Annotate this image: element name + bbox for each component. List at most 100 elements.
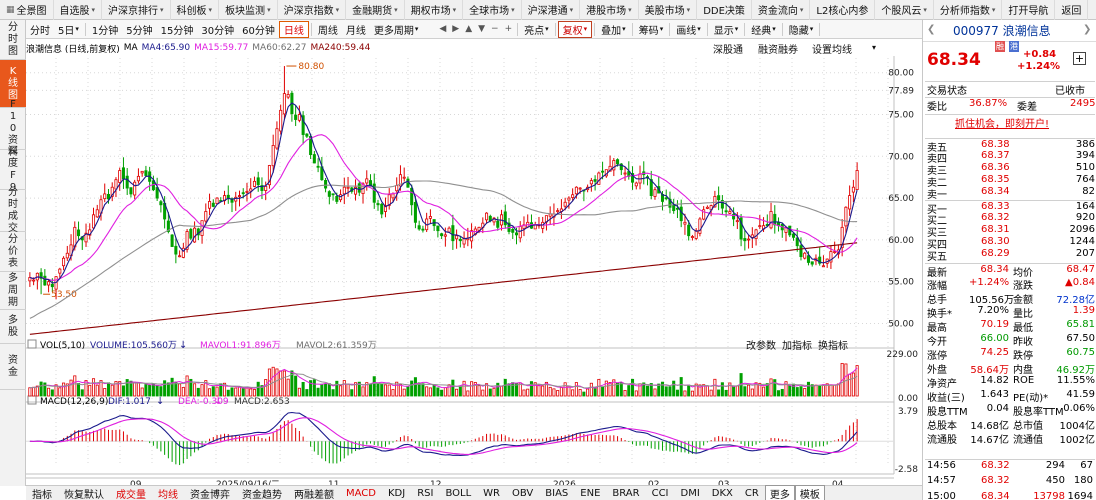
- indicator-tab[interactable]: 资金博弈: [184, 486, 236, 500]
- left-tab[interactable]: F10资料: [0, 99, 26, 158]
- tool-button[interactable]: 复权 ▾: [557, 20, 593, 38]
- candle: [249, 178, 253, 198]
- left-tab[interactable]: 分时成交: [0, 187, 26, 234]
- tool-button[interactable]: 叠加 ▾: [597, 21, 630, 38]
- indicator-tab[interactable]: 资金趋势: [236, 486, 288, 500]
- indicator-tab[interactable]: BOLL: [439, 488, 477, 499]
- top-menu-item[interactable]: 美股市场 ▾: [639, 0, 698, 20]
- left-tab[interactable]: 分时图: [0, 20, 26, 60]
- nav-arrow-icon[interactable]: ▶: [449, 21, 462, 38]
- tool-button[interactable]: 隐藏 ▾: [785, 21, 818, 38]
- indicator-tab[interactable]: BRAR: [606, 488, 645, 499]
- candle: [769, 202, 773, 230]
- period-tab[interactable]: 30分钟: [197, 21, 238, 38]
- volume-bar: [406, 386, 410, 397]
- top-menu-item[interactable]: 科创板 ▾: [171, 0, 220, 20]
- indicator-tab[interactable]: RSI: [411, 488, 439, 499]
- stat-label: ROE: [1013, 375, 1035, 386]
- candle: [747, 234, 751, 249]
- left-tab[interactable]: 多周期: [0, 272, 26, 310]
- chevron-left-icon[interactable]: ❮: [927, 24, 935, 35]
- indicator-tab[interactable]: WR: [477, 488, 506, 499]
- top-menu-item[interactable]: DDE决策: [697, 0, 752, 20]
- top-menu-item[interactable]: 打开导航: [1002, 0, 1056, 20]
- top-menu-item[interactable]: 个股风云 ▾: [875, 0, 934, 20]
- period-tab[interactable]: 5日 ▾: [54, 21, 83, 38]
- nav-arrow-icon[interactable]: −: [488, 21, 502, 38]
- chevron-right-icon[interactable]: ❯: [1083, 24, 1091, 35]
- set-ma-button[interactable]: 设置均线: [812, 41, 852, 56]
- period-tab[interactable]: 月线: [342, 21, 370, 38]
- tool-button[interactable]: 画线 ▾: [672, 21, 705, 38]
- top-menu-item[interactable]: 资金流向 ▾: [752, 0, 811, 20]
- tool-button[interactable]: 亮点 ▾: [520, 21, 553, 38]
- indicator-tab[interactable]: BIAS: [539, 488, 574, 499]
- indicator-tab[interactable]: 恢复默认: [58, 486, 110, 500]
- period-tab[interactable]: 周线: [314, 21, 342, 38]
- indicator-tab[interactable]: DKX: [706, 488, 739, 499]
- period-tab[interactable]: 60分钟: [238, 21, 279, 38]
- chevron-down-icon: ▾: [697, 25, 701, 33]
- left-tab[interactable]: 资金: [0, 344, 26, 390]
- indicator-button[interactable]: 换指标: [818, 339, 848, 352]
- indicator-tab[interactable]: DMI: [675, 488, 706, 499]
- chevron-down-icon[interactable]: ▾: [872, 43, 876, 52]
- top-menu-item[interactable]: 板块监测 ▾: [219, 0, 278, 20]
- period-label: 15分钟: [160, 25, 194, 37]
- left-tab[interactable]: 多股: [0, 310, 26, 344]
- top-menu-item[interactable]: 返回: [1055, 0, 1089, 20]
- indicator-tab[interactable]: 模板: [794, 484, 825, 500]
- top-menu-item[interactable]: 全球市场 ▾: [463, 0, 522, 20]
- left-tab[interactable]: 分价表: [0, 232, 26, 272]
- indicator-tab[interactable]: MACD: [340, 488, 382, 499]
- indicator-button[interactable]: 加指标: [782, 339, 812, 352]
- nav-arrow-icon[interactable]: ◀: [436, 21, 449, 38]
- nav-arrow-icon[interactable]: +: [502, 21, 516, 38]
- nav-arrow-icon[interactable]: ▲: [462, 21, 475, 38]
- tool-button[interactable]: 经典 ▾: [747, 21, 780, 38]
- collapse-icon[interactable]: [27, 395, 37, 405]
- candle: [316, 158, 320, 173]
- period-tab[interactable]: 分时: [26, 21, 54, 38]
- period-tab[interactable]: 日线: [278, 20, 309, 38]
- top-menu-item[interactable]: 期权市场 ▾: [405, 0, 464, 20]
- top-menu-item[interactable]: 港股市场 ▾: [580, 0, 639, 20]
- indicator-tab[interactable]: ENE: [574, 488, 606, 499]
- top-menu-item[interactable]: 沪深港通 ▾: [522, 0, 581, 20]
- ma4-value: MA4:65.90: [141, 43, 191, 53]
- left-tab[interactable]: 深度F9: [0, 146, 26, 193]
- period-tab[interactable]: 5分钟: [122, 21, 156, 38]
- top-menu-item[interactable]: 金融期货 ▾: [346, 0, 405, 20]
- indicator-button[interactable]: 改参数: [746, 339, 776, 352]
- hkconnect-button[interactable]: 深股通: [713, 41, 743, 56]
- margin-button[interactable]: 融资融券: [758, 41, 798, 56]
- kline-chart[interactable]: VOL(5,10) VOLUME:105.560万 MAVOL1:91.896万 MA…: [26, 56, 922, 486]
- add-watchlist-icon[interactable]: +: [1073, 52, 1086, 65]
- indicator-tab[interactable]: 更多: [764, 484, 795, 500]
- period-tab[interactable]: 1分钟: [88, 21, 122, 38]
- period-tab[interactable]: 更多周期 ▾: [370, 21, 423, 38]
- collapse-icon[interactable]: [27, 339, 37, 349]
- top-menu-item[interactable]: 沪深京指数 ▾: [278, 0, 347, 20]
- nav-arrow-icon[interactable]: ▼: [475, 21, 488, 38]
- indicator-tab[interactable]: KDJ: [382, 488, 411, 499]
- promo-link[interactable]: 抓住机会，即刻开户!: [955, 115, 1049, 130]
- top-menu-item[interactable]: 自选股 ▾: [54, 0, 103, 20]
- bid-price: 68.29: [981, 248, 1010, 259]
- top-menu-item[interactable]: 沪深京排行 ▾: [102, 0, 171, 20]
- indicator-tab[interactable]: 指标: [26, 486, 58, 500]
- tool-button[interactable]: 显示 ▾: [710, 21, 743, 38]
- indicator-tab[interactable]: CCI: [646, 488, 675, 499]
- indicator-tab[interactable]: CR: [739, 488, 765, 499]
- indicator-tab-bar: 指标 恢复默认 成交量 均线 资金博弈 资金趋势 两融差额 MACD KDJ RSI BOLL WR O…: [26, 484, 922, 500]
- indicator-tab[interactable]: 成交量: [110, 486, 152, 500]
- indicator-tab[interactable]: 均线: [152, 486, 184, 500]
- period-tab[interactable]: 15分钟: [157, 21, 198, 38]
- top-menu-item[interactable]: L2核心内参: [810, 0, 876, 20]
- top-menu-item[interactable]: ▦ 全景图: [0, 0, 54, 20]
- indicator-tab[interactable]: 两融差额: [288, 486, 340, 500]
- divider: [554, 22, 556, 36]
- tool-button[interactable]: 筹码 ▾: [635, 21, 668, 38]
- top-menu-item[interactable]: 分析师指数 ▾: [934, 0, 1003, 20]
- indicator-tab[interactable]: OBV: [506, 488, 539, 499]
